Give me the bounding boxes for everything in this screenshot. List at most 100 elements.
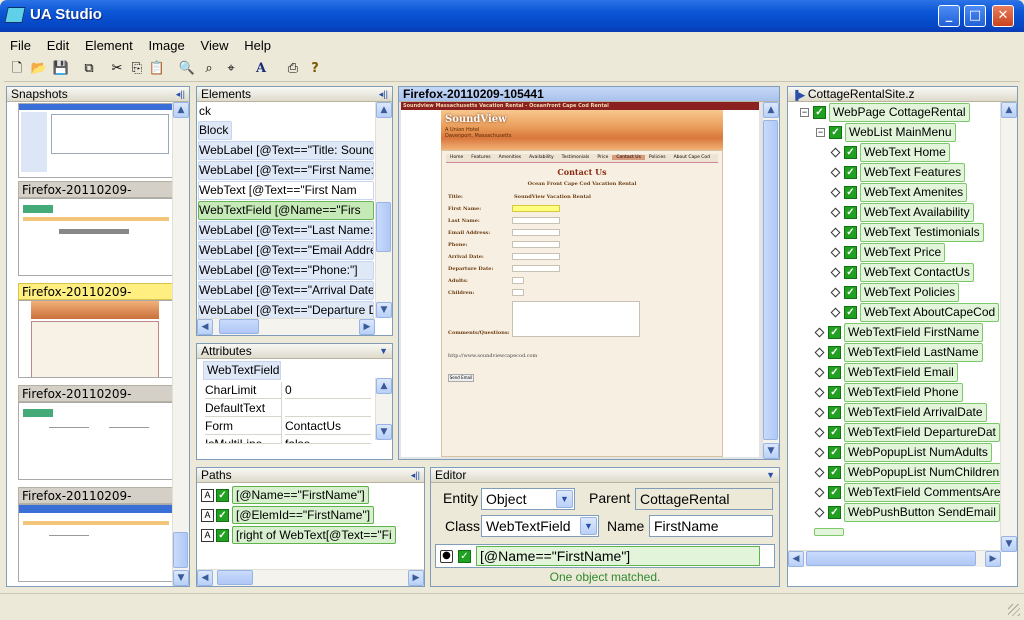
check-icon[interactable]: ✓ <box>216 489 229 503</box>
check-icon[interactable]: ✓ <box>828 466 841 479</box>
element-row[interactable]: WebLabel [@Text=="First Name: <box>198 161 374 180</box>
tree-node[interactable]: ✓ WebTextField Email <box>814 363 958 382</box>
collapse-icon[interactable]: − <box>800 108 809 117</box>
find-icon[interactable]: 🔍 <box>178 60 196 78</box>
tree-node[interactable]: ✓ WebPopupList NumAdults <box>814 443 992 462</box>
snapshot-item[interactable]: Firefox-20110209-104416 <box>18 181 174 276</box>
nav-item[interactable]: Home <box>446 155 467 160</box>
snapshot-item[interactable]: Firefox-20110209-104848 <box>18 487 174 582</box>
first-name-input[interactable] <box>512 205 560 212</box>
check-icon[interactable]: ✓ <box>844 266 857 279</box>
nav-item-active[interactable]: Contact Us <box>612 155 645 160</box>
copy-icon[interactable]: ⎘ <box>128 60 146 78</box>
paste-icon[interactable]: 📋 <box>148 60 166 78</box>
check-icon[interactable]: ✓ <box>844 226 857 239</box>
scroll-down-icon[interactable]: ▼ <box>1001 536 1017 552</box>
chevron-down-icon[interactable]: ▼ <box>580 517 597 535</box>
snapshot-item[interactable] <box>18 103 174 178</box>
save-icon[interactable]: 💾 <box>52 60 70 78</box>
tree-node[interactable]: ✓ WebTextField FirstName <box>814 323 984 342</box>
check-icon[interactable]: ✓ <box>844 186 857 199</box>
tree-node[interactable]: ✓ WebText ContactUs <box>830 263 974 282</box>
check-icon[interactable]: ✓ <box>844 306 857 319</box>
elements-hscroll[interactable]: ◀ ▶ <box>197 318 375 335</box>
path-row[interactable]: A ✓ [@ElemId=="FirstName"] <box>201 506 375 524</box>
snapshot-item[interactable]: Firefox-20110209-104911 <box>18 385 174 480</box>
tree-node-webpage[interactable]: − ✓ WebPage CottageRental <box>800 103 970 122</box>
path-editor[interactable]: ● ✓ [@Name=="FirstName"] <box>435 544 775 568</box>
attr-value[interactable]: ContactUs <box>285 418 371 435</box>
scroll-right-icon[interactable]: ▶ <box>359 319 375 335</box>
print-icon[interactable]: ⎙ <box>284 60 302 78</box>
check-icon[interactable]: ✓ <box>813 106 826 119</box>
scroll-left-icon[interactable]: ◀ <box>197 319 213 335</box>
check-icon[interactable]: ✓ <box>828 366 841 379</box>
scroll-down-icon[interactable]: ▼ <box>376 424 392 440</box>
element-row[interactable]: ck <box>198 102 374 121</box>
check-icon[interactable]: ✓ <box>828 386 841 399</box>
check-icon[interactable]: ✓ <box>844 146 857 159</box>
scroll-up-icon[interactable]: ▲ <box>1001 102 1017 118</box>
menu-view[interactable]: View <box>195 36 235 55</box>
chevron-down-icon[interactable]: ▼ <box>556 490 573 508</box>
menu-help[interactable]: Help <box>238 36 277 55</box>
check-icon[interactable]: ✓ <box>844 246 857 259</box>
pin-icon[interactable]: ◂|| <box>176 87 185 101</box>
menu-edit[interactable]: Edit <box>41 36 75 55</box>
scroll-up-icon[interactable]: ▲ <box>173 102 189 118</box>
tree-node[interactable]: ✓ WebTextField CommentsAre <box>814 483 1001 502</box>
send-email-button[interactable]: Send Email <box>448 374 474 382</box>
name-input[interactable]: FirstName <box>649 515 773 537</box>
scroll-down-icon[interactable]: ▼ <box>763 443 779 459</box>
viewer-vscroll[interactable]: ▲ ▼ <box>762 102 779 459</box>
check-icon[interactable]: ✓ <box>829 126 842 139</box>
tree-node[interactable]: ✓ WebTextField DepartureDat <box>814 423 1000 442</box>
class-select[interactable]: WebTextField ▼ <box>481 515 599 537</box>
menu-element[interactable]: Element <box>79 36 139 55</box>
pin-icon[interactable]: ▐▶ <box>792 90 808 100</box>
resize-grip-icon[interactable] <box>1008 604 1020 616</box>
check-icon[interactable]: ✓ <box>458 550 471 563</box>
tree-node[interactable]: ✓ WebText Availability <box>830 203 974 222</box>
find-replace-icon[interactable]: ⌖ <box>222 60 240 78</box>
nav-item[interactable]: Policies <box>645 155 670 160</box>
attr-value[interactable]: false <box>285 436 371 444</box>
scroll-thumb[interactable] <box>763 120 778 440</box>
check-icon[interactable]: ✓ <box>828 446 841 459</box>
cut-icon[interactable]: ✂ <box>108 60 126 78</box>
scroll-thumb[interactable] <box>217 570 253 585</box>
check-icon[interactable]: ✓ <box>828 486 841 499</box>
tree-node[interactable]: ✓ WebPushButton SendEmail <box>814 503 1000 522</box>
tree-node[interactable]: ✓ WebTextField Phone <box>814 383 963 402</box>
arrival-input[interactable] <box>512 253 560 260</box>
pin-icon[interactable]: ◂|| <box>379 87 388 101</box>
nav-item[interactable]: Price <box>593 155 612 160</box>
radio-icon[interactable]: ● <box>440 550 453 563</box>
scroll-thumb[interactable] <box>376 202 391 252</box>
children-select[interactable] <box>512 289 524 296</box>
help-icon[interactable]: ? <box>306 60 324 78</box>
nav-item[interactable]: Amenities <box>495 155 525 160</box>
nav-item[interactable]: Availability <box>525 155 558 160</box>
minimize-button[interactable]: _ <box>938 5 960 27</box>
scroll-thumb[interactable] <box>173 532 188 568</box>
tree-node[interactable]: ✓ WebText AboutCapeCod <box>830 303 1000 322</box>
maximize-button[interactable]: □ <box>964 5 986 27</box>
scroll-left-icon[interactable]: ◀ <box>788 551 804 567</box>
check-icon[interactable]: ✓ <box>828 506 841 519</box>
tree-node[interactable]: ✓ WebText Amenites <box>830 183 968 202</box>
scroll-up-icon[interactable]: ▲ <box>376 102 392 118</box>
element-row[interactable]: WebLabel [@Text=="Email Addre <box>198 241 374 260</box>
snapshot-item-selected[interactable]: Firefox-20110209-105441 <box>18 283 174 378</box>
nav-item[interactable]: Features <box>467 155 494 160</box>
copy-window-icon[interactable]: ⧉ <box>80 60 98 78</box>
viewer-canvas[interactable]: Soundview Massachusetts Vacation Rental … <box>401 102 759 457</box>
collapse-icon[interactable]: − <box>816 128 825 137</box>
tree-node-weblist[interactable]: − ✓ WebList MainMenu <box>816 123 956 142</box>
scroll-right-icon[interactable]: ▶ <box>408 570 424 586</box>
tree-node[interactable]: ✓ WebPopupList NumChildren <box>814 463 1001 482</box>
check-icon[interactable]: ✓ <box>828 426 841 439</box>
element-row-selected[interactable]: WebTextField [@Name=="Firs <box>198 201 374 220</box>
element-row[interactable]: WebLabel [@Text=="Title: Sound <box>198 141 374 160</box>
check-icon[interactable]: ✓ <box>844 166 857 179</box>
